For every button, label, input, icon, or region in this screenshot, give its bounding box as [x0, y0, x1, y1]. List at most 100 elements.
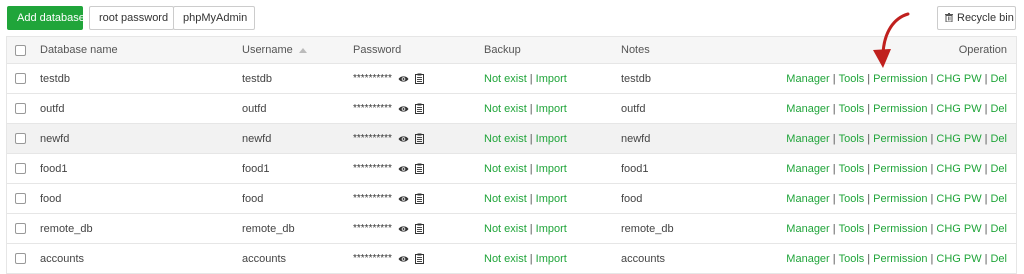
backup-status-link[interactable]: Not exist — [484, 133, 527, 145]
change-password-link[interactable]: CHG PW — [936, 193, 981, 205]
tools-link[interactable]: Tools — [839, 253, 865, 265]
permission-link[interactable]: Permission — [873, 73, 927, 85]
backup-cell: Not exist | Import — [484, 94, 567, 123]
manager-link[interactable]: Manager — [786, 163, 829, 175]
recycle-bin-label: Recycle bin — [957, 12, 1014, 24]
backup-status-link[interactable]: Not exist — [484, 193, 527, 205]
trash-icon — [945, 13, 953, 22]
header-username[interactable]: Username — [242, 37, 307, 63]
permission-link[interactable]: Permission — [873, 103, 927, 115]
row-checkbox[interactable] — [15, 193, 26, 204]
tools-link[interactable]: Tools — [839, 223, 865, 235]
row-select-cell — [15, 124, 29, 153]
clipboard-icon[interactable] — [414, 193, 424, 204]
password-mask: ********** — [353, 163, 392, 174]
notes[interactable]: newfd — [621, 124, 650, 153]
import-link[interactable]: Import — [536, 253, 567, 265]
manager-link[interactable]: Manager — [786, 193, 829, 205]
password-mask: ********** — [353, 133, 392, 144]
phpmyadmin-button[interactable]: phpMyAdmin — [173, 6, 255, 30]
row-checkbox[interactable] — [15, 73, 26, 84]
tools-link[interactable]: Tools — [839, 163, 865, 175]
separator: | — [984, 222, 988, 235]
root-password-button[interactable]: root password — [89, 6, 174, 30]
import-link[interactable]: Import — [536, 163, 567, 175]
backup-status-link[interactable]: Not exist — [484, 223, 527, 235]
tools-link[interactable]: Tools — [839, 103, 865, 115]
delete-link[interactable]: Del — [990, 193, 1007, 205]
eye-icon[interactable] — [398, 195, 409, 203]
delete-link[interactable]: Del — [990, 133, 1007, 145]
manager-link[interactable]: Manager — [786, 73, 829, 85]
backup-status-link[interactable]: Not exist — [484, 73, 527, 85]
tools-link[interactable]: Tools — [839, 133, 865, 145]
backup-status-link[interactable]: Not exist — [484, 163, 527, 175]
tools-link[interactable]: Tools — [839, 73, 865, 85]
permission-link[interactable]: Permission — [873, 133, 927, 145]
row-checkbox[interactable] — [15, 253, 26, 264]
import-link[interactable]: Import — [536, 133, 567, 145]
eye-icon[interactable] — [398, 135, 409, 143]
row-checkbox[interactable] — [15, 163, 26, 174]
eye-icon[interactable] — [398, 255, 409, 263]
notes[interactable]: testdb — [621, 64, 651, 93]
clipboard-icon[interactable] — [414, 253, 424, 264]
tools-link[interactable]: Tools — [839, 193, 865, 205]
permission-link[interactable]: Permission — [873, 253, 927, 265]
manager-link[interactable]: Manager — [786, 133, 829, 145]
row-checkbox[interactable] — [15, 223, 26, 234]
eye-icon[interactable] — [398, 75, 409, 83]
username: accounts — [242, 252, 287, 265]
manager-link[interactable]: Manager — [786, 253, 829, 265]
change-password-link[interactable]: CHG PW — [936, 163, 981, 175]
clipboard-icon[interactable] — [414, 223, 424, 234]
separator: | — [529, 132, 533, 145]
change-password-link[interactable]: CHG PW — [936, 223, 981, 235]
separator: | — [832, 252, 836, 265]
username: outfd — [242, 102, 267, 115]
eye-icon[interactable] — [398, 225, 409, 233]
operation-cell: Manager | Tools | Permission | CHG PW | Del — [786, 94, 1007, 123]
select-all-checkbox[interactable] — [15, 44, 26, 56]
change-password-link[interactable]: CHG PW — [936, 103, 981, 115]
notes[interactable]: outfd — [621, 94, 645, 123]
import-link[interactable]: Import — [536, 223, 567, 235]
eye-icon[interactable] — [398, 165, 409, 173]
change-password-link[interactable]: CHG PW — [936, 73, 981, 85]
separator: | — [529, 222, 533, 235]
backup-status-link[interactable]: Not exist — [484, 103, 527, 115]
table-row: food1 food1 ********** Not exist | Import food… — [7, 154, 1016, 184]
permission-link[interactable]: Permission — [873, 163, 927, 175]
delete-link[interactable]: Del — [990, 73, 1007, 85]
manager-link[interactable]: Manager — [786, 103, 829, 115]
separator: | — [984, 132, 988, 145]
notes[interactable]: food1 — [621, 154, 649, 183]
recycle-bin-button[interactable]: Recycle bin — [937, 6, 1016, 30]
backup-status-link[interactable]: Not exist — [484, 253, 527, 265]
change-password-link[interactable]: CHG PW — [936, 133, 981, 145]
delete-link[interactable]: Del — [990, 253, 1007, 265]
delete-link[interactable]: Del — [990, 103, 1007, 115]
add-database-button[interactable]: Add database — [7, 6, 85, 30]
row-checkbox[interactable] — [15, 103, 26, 114]
clipboard-icon[interactable] — [414, 133, 424, 144]
import-link[interactable]: Import — [536, 73, 567, 85]
manager-link[interactable]: Manager — [786, 223, 829, 235]
notes[interactable]: food — [621, 184, 642, 213]
import-link[interactable]: Import — [536, 193, 567, 205]
clipboard-icon[interactable] — [414, 163, 424, 174]
delete-link[interactable]: Del — [990, 223, 1007, 235]
change-password-link[interactable]: CHG PW — [936, 253, 981, 265]
permission-link[interactable]: Permission — [873, 193, 927, 205]
row-checkbox[interactable] — [15, 133, 26, 144]
permission-link[interactable]: Permission — [873, 223, 927, 235]
separator: | — [867, 252, 871, 265]
clipboard-icon[interactable] — [414, 73, 424, 84]
clipboard-icon[interactable] — [414, 103, 424, 114]
backup-cell: Not exist | Import — [484, 154, 567, 183]
eye-icon[interactable] — [398, 105, 409, 113]
notes[interactable]: remote_db — [621, 214, 674, 243]
notes[interactable]: accounts — [621, 244, 665, 273]
import-link[interactable]: Import — [536, 103, 567, 115]
delete-link[interactable]: Del — [990, 163, 1007, 175]
